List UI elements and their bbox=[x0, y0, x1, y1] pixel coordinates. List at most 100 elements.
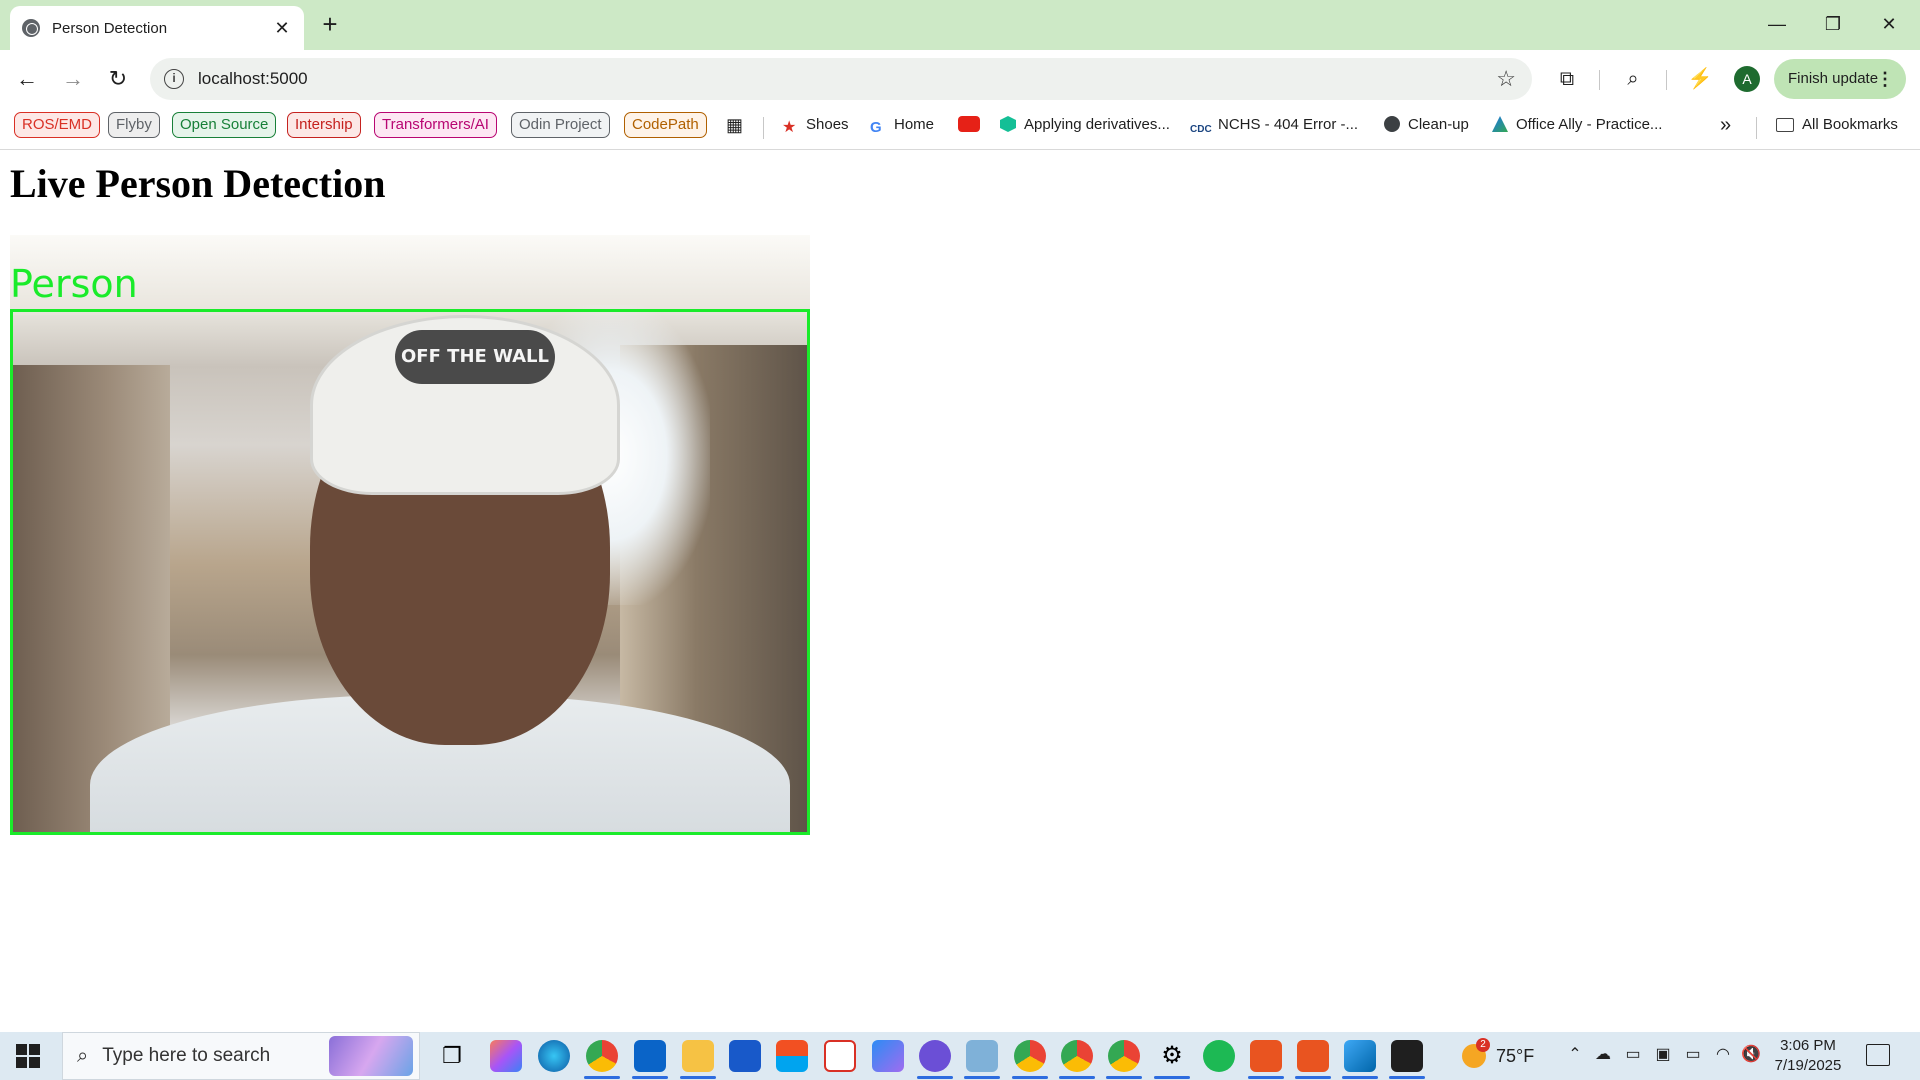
bookmark-nchs-404[interactable]: CDC NCHS - 404 Error -... bbox=[1190, 112, 1358, 138]
sync-app-icon[interactable] bbox=[824, 1040, 856, 1072]
spotify-icon[interactable] bbox=[1203, 1040, 1235, 1072]
vscode-icon[interactable] bbox=[1344, 1040, 1376, 1072]
microsoft-365-icon[interactable] bbox=[872, 1040, 904, 1072]
chrome-profile-icon[interactable] bbox=[1108, 1040, 1140, 1072]
forward-arrow-icon[interactable]: → bbox=[58, 64, 88, 94]
bookmark-home[interactable]: G Home bbox=[870, 112, 934, 138]
bookmark-label: Office Ally - Practice... bbox=[1516, 116, 1663, 133]
active-app-indicator bbox=[1106, 1076, 1142, 1079]
meet-now-icon[interactable]: ▭ bbox=[1622, 1044, 1644, 1066]
active-app-indicator bbox=[964, 1076, 1000, 1079]
bookmark-label: Applying derivatives... bbox=[1024, 116, 1170, 133]
edge-icon[interactable] bbox=[538, 1040, 570, 1072]
extensions-icon[interactable]: ⧉ bbox=[1552, 64, 1582, 94]
outlook-icon[interactable] bbox=[634, 1040, 666, 1072]
ubuntu-icon[interactable] bbox=[1250, 1040, 1282, 1072]
toolbar-divider bbox=[1599, 70, 1600, 90]
bookmark-label: Clean-up bbox=[1408, 116, 1469, 133]
terminal-icon[interactable] bbox=[1391, 1040, 1423, 1072]
speaker-muted-icon[interactable]: 🔇 bbox=[1740, 1044, 1762, 1066]
weather-widget[interactable]: 2 75°F bbox=[1462, 1038, 1534, 1068]
back-arrow-icon[interactable]: ← bbox=[12, 64, 42, 94]
browser-toolbar: ← → ↻ i localhost:5000 ☆ ⧉ ⌕ ⚡ bbox=[0, 50, 1920, 108]
task-view-icon[interactable]: ❐ bbox=[436, 1040, 468, 1072]
active-app-indicator bbox=[1342, 1076, 1378, 1079]
bookmark-folder-ros-emd[interactable]: ROS/EMD bbox=[14, 112, 101, 138]
onedrive-icon[interactable]: ☁ bbox=[1592, 1044, 1614, 1066]
site-info-icon[interactable]: i bbox=[164, 69, 184, 89]
more-menu-icon[interactable]: ⋮ bbox=[1876, 59, 1894, 99]
chrome-icon[interactable] bbox=[586, 1040, 618, 1072]
display-icon[interactable]: ▣ bbox=[1652, 1044, 1674, 1066]
performance-icon[interactable]: ⚡ bbox=[1685, 64, 1715, 94]
khan-academy-icon bbox=[1000, 116, 1016, 132]
minimize-button[interactable]: — bbox=[1754, 8, 1800, 40]
bookmark-folder-flyby[interactable]: Flyby bbox=[108, 112, 160, 138]
messenger-icon[interactable] bbox=[919, 1040, 951, 1072]
office-ally-icon bbox=[1492, 116, 1508, 132]
bookmarks-divider bbox=[763, 117, 764, 139]
clock-date: 7/19/2025 bbox=[1774, 1057, 1842, 1074]
app-pen-icon[interactable] bbox=[966, 1040, 998, 1072]
globe-icon bbox=[22, 19, 40, 37]
active-app-indicator bbox=[1389, 1076, 1425, 1079]
google-icon: G bbox=[870, 119, 882, 136]
wifi-icon[interactable]: ◠ bbox=[1712, 1044, 1734, 1066]
globe-icon bbox=[1384, 116, 1400, 132]
address-bar[interactable]: i localhost:5000 ☆ bbox=[150, 58, 1532, 100]
finish-update-label: Finish update bbox=[1788, 70, 1879, 87]
bookmark-applying-derivatives[interactable]: Applying derivatives... bbox=[1000, 112, 1170, 138]
bookmark-youtube[interactable] bbox=[958, 112, 988, 138]
chrome-profile-icon[interactable] bbox=[1061, 1040, 1093, 1072]
browser-title-bar: Person Detection ✕ + — ❐ ✕ bbox=[0, 0, 1920, 50]
profile-avatar[interactable]: A bbox=[1734, 66, 1760, 92]
close-window-button[interactable]: ✕ bbox=[1866, 8, 1912, 40]
more-bookmarks-icon[interactable]: » bbox=[1720, 112, 1731, 138]
tab-person-detection[interactable]: Person Detection ✕ bbox=[10, 6, 304, 50]
active-app-indicator bbox=[680, 1076, 716, 1079]
search-icon: ⌕ bbox=[77, 1044, 89, 1067]
maximize-button[interactable]: ❐ bbox=[1810, 8, 1856, 40]
cast-search-icon[interactable]: ⌕ bbox=[1618, 64, 1648, 94]
file-explorer-icon[interactable] bbox=[682, 1040, 714, 1072]
microsoft-store-icon[interactable] bbox=[776, 1040, 808, 1072]
windows-start-icon[interactable] bbox=[16, 1044, 40, 1068]
bookmark-folder-intership[interactable]: Intership bbox=[287, 112, 361, 138]
detection-label: Person bbox=[10, 262, 138, 306]
app-blue-square-icon[interactable] bbox=[729, 1040, 761, 1072]
system-clock[interactable]: 3:06 PM 7/19/2025 bbox=[1768, 1036, 1848, 1076]
url-text[interactable]: localhost:5000 bbox=[198, 69, 1496, 89]
bookmark-folder-codepath[interactable]: CodePath bbox=[624, 112, 707, 138]
notification-center-icon[interactable] bbox=[1866, 1044, 1890, 1066]
battery-icon[interactable]: ▭ bbox=[1682, 1044, 1704, 1066]
ubuntu-icon[interactable] bbox=[1297, 1040, 1329, 1072]
bookmark-label: NCHS - 404 Error -... bbox=[1218, 116, 1359, 133]
taskbar-search[interactable]: ⌕ Type here to search bbox=[62, 1032, 420, 1080]
bookmarks-bar: ROS/EMD Flyby Open Source Intership Tran… bbox=[0, 108, 1920, 150]
weather-badge: 2 bbox=[1476, 1038, 1490, 1052]
sun-icon: 2 bbox=[1462, 1038, 1490, 1068]
apps-grid-icon[interactable]: ▦ bbox=[726, 112, 743, 138]
tab-close-icon[interactable]: ✕ bbox=[272, 18, 292, 39]
bookmark-label: Home bbox=[894, 116, 935, 133]
all-bookmarks-label: All Bookmarks bbox=[1802, 116, 1898, 133]
bookmark-folder-open-source[interactable]: Open Source bbox=[172, 112, 277, 138]
bookmark-folder-odin-project[interactable]: Odin Project bbox=[511, 112, 610, 138]
active-app-indicator bbox=[1248, 1076, 1284, 1079]
bookmark-office-ally[interactable]: Office Ally - Practice... bbox=[1492, 112, 1662, 138]
bookmark-shoes[interactable]: ★ Shoes bbox=[782, 112, 849, 138]
chrome-profile-icon[interactable] bbox=[1014, 1040, 1046, 1072]
settings-gear-icon[interactable]: ⚙ bbox=[1156, 1040, 1188, 1072]
finish-update-button[interactable]: Finish update ⋮ bbox=[1774, 59, 1906, 99]
reload-icon[interactable]: ↻ bbox=[103, 64, 133, 94]
new-tab-button[interactable]: + bbox=[318, 10, 342, 38]
all-bookmarks-button[interactable]: All Bookmarks bbox=[1776, 112, 1898, 138]
bookmark-clean-up[interactable]: Clean-up bbox=[1384, 112, 1469, 138]
windows-taskbar: ⌕ Type here to search ❐ ⚙ 2 75°F ⌃ ☁ ▭ ▣… bbox=[0, 1032, 1920, 1080]
copilot-icon[interactable] bbox=[490, 1040, 522, 1072]
bookmark-label: Shoes bbox=[806, 116, 849, 133]
chevron-up-icon[interactable]: ⌃ bbox=[1564, 1044, 1586, 1066]
bookmark-folder-transformers-ai[interactable]: Transformers/AI bbox=[374, 112, 497, 138]
bookmark-star-icon[interactable]: ☆ bbox=[1496, 66, 1516, 92]
cdc-icon: CDC bbox=[1190, 124, 1212, 135]
